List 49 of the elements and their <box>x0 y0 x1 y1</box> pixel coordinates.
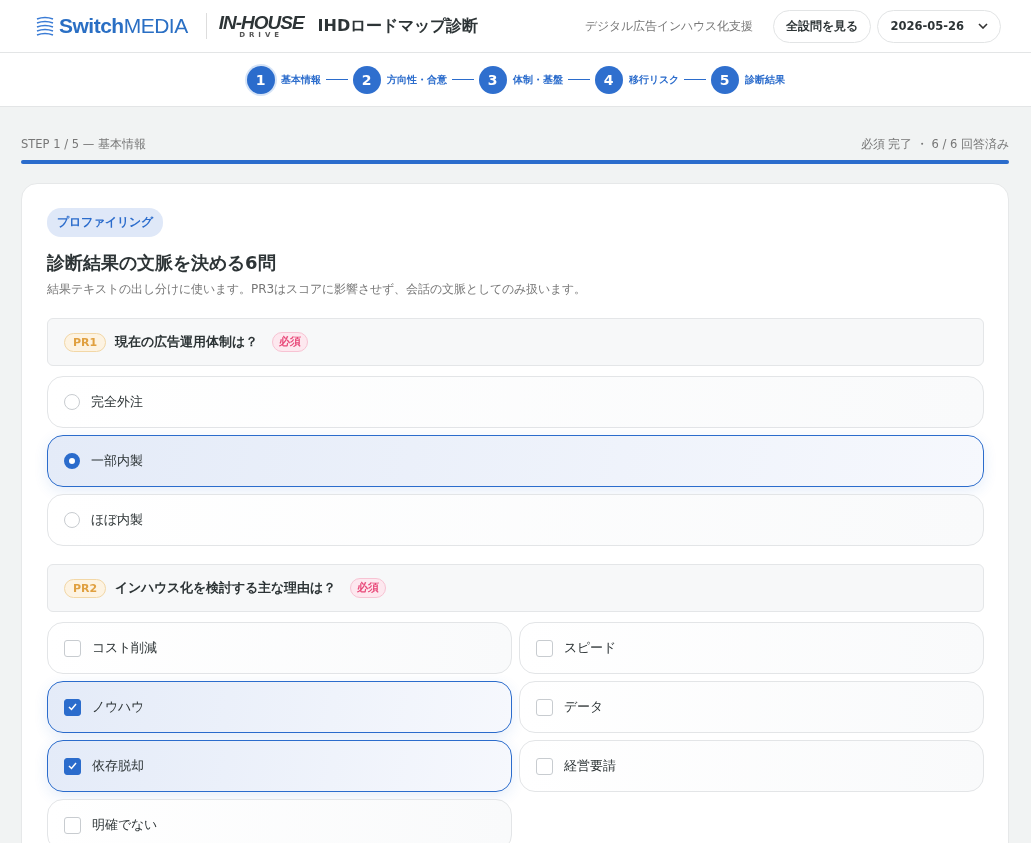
checkbox-option[interactable]: ノウハウ <box>47 681 512 733</box>
option-label: データ <box>564 698 603 716</box>
question-text: インハウス化を検討する主な理由は？ <box>115 579 337 597</box>
all-questions-button[interactable]: 全設問を見る <box>773 9 872 43</box>
radio-button[interactable] <box>64 453 80 469</box>
radio-option[interactable]: 一部内製 <box>47 435 984 487</box>
checkbox-option[interactable]: スピード <box>519 622 984 674</box>
required-badge: 必須 <box>350 578 387 598</box>
check-icon <box>68 762 77 770</box>
step-tab[interactable]: 1 基本情報 <box>246 65 321 94</box>
option-label: 依存脱却 <box>92 757 144 775</box>
stripes-logo-icon <box>34 15 56 37</box>
tagline: デジタル広告インハウス化支援 <box>585 17 754 35</box>
checkbox-option[interactable]: 経営要請 <box>519 740 984 792</box>
option-label: 完全外注 <box>91 393 143 411</box>
app-title: IHDロードマップ診断 <box>317 15 479 37</box>
step-tab[interactable]: 5 診断結果 <box>710 65 785 94</box>
section-description: 結果テキストの出し分けに使います。PR3はスコアに影響させず、会話の文脈としてのみ扱います。 <box>47 281 588 298</box>
check-icon <box>68 703 77 711</box>
step-tab[interactable]: 4 移行リスク <box>594 65 679 94</box>
step-indicator: STEP 1 / 5 — 基本情報 <box>21 137 146 152</box>
checkbox[interactable] <box>64 698 81 716</box>
completion-status: 必須 完了 ・ 6 / 6 回答済み <box>860 137 1009 152</box>
option-label: スピード <box>564 639 616 657</box>
checkbox-option[interactable]: データ <box>519 681 984 733</box>
step-tab[interactable]: 2 方向性・合意 <box>352 65 447 94</box>
option-label: 明確でない <box>92 816 157 834</box>
question-text: 現在の広告運用体制は？ <box>115 333 259 351</box>
option-label: 経営要請 <box>564 757 616 775</box>
checkbox[interactable] <box>64 757 81 775</box>
step-tab[interactable]: 3 体制・基盤 <box>478 65 563 94</box>
chevron-down-icon <box>978 23 988 29</box>
question-code: PR1 <box>64 332 107 352</box>
radio-option[interactable]: 完全外注 <box>47 376 984 428</box>
option-label: ノウハウ <box>92 698 144 716</box>
option-label: ほぼ内製 <box>91 511 143 529</box>
date-select[interactable]: 2026-05-26 <box>877 9 1001 43</box>
question-code: PR2 <box>64 578 107 598</box>
brand-logo-text: SwitchMEDIA <box>59 14 188 38</box>
section-tag: プロファイリング <box>47 208 163 237</box>
product-logo-text: IN-HOUSE <box>218 13 304 32</box>
radio-option[interactable]: ほぼ内製 <box>47 494 984 546</box>
checkbox-option[interactable]: コスト削減 <box>47 622 512 674</box>
checkbox-option[interactable]: 依存脱却 <box>47 740 512 792</box>
option-label: 一部内製 <box>91 452 143 470</box>
required-badge: 必須 <box>272 332 309 352</box>
section-title: 診断結果の文脈を決める6問 <box>47 251 277 275</box>
checkbox-option[interactable]: 明確でない <box>47 799 512 843</box>
option-label: コスト削減 <box>92 639 157 657</box>
